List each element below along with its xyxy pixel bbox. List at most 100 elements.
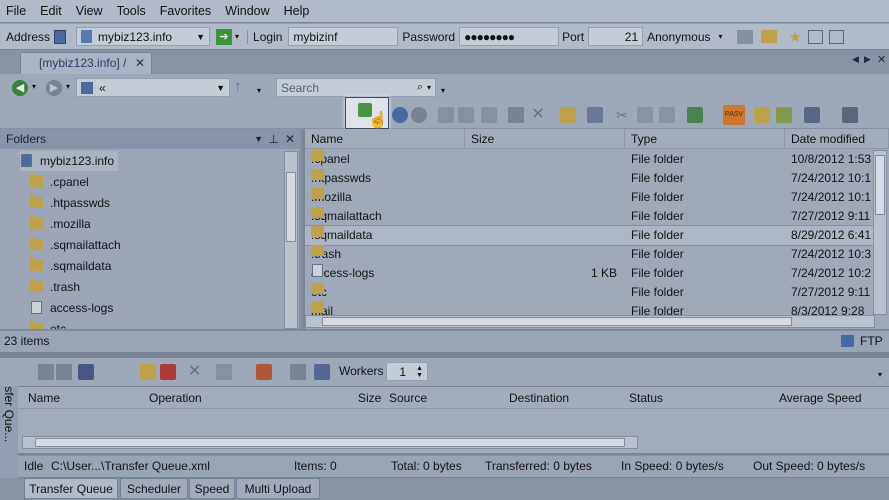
refresh-button[interactable]: ☝: [345, 97, 389, 129]
add-bookmark-icon[interactable]: [776, 107, 792, 123]
forward-chevron-icon[interactable]: ▾: [66, 82, 70, 91]
menu-view[interactable]: View: [76, 4, 103, 18]
queue-start-icon[interactable]: [38, 364, 54, 380]
file-row[interactable]: .mozilla File folder 7/24/2012 10:1: [305, 188, 875, 207]
file-list-horizontal-scrollbar[interactable]: [305, 315, 875, 328]
port-input[interactable]: 21: [588, 27, 644, 46]
new-folder-icon[interactable]: [560, 107, 576, 123]
panel-menu-icon[interactable]: ▼: [254, 129, 263, 149]
tree-item[interactable]: access-logs: [30, 298, 113, 318]
tree-item[interactable]: .sqmaildata: [30, 256, 111, 276]
permissions-icon[interactable]: [587, 107, 603, 123]
tab-scroll-right-icon[interactable]: ▶: [864, 54, 871, 65]
search-toolbar-chevron-icon[interactable]: ▾: [441, 86, 445, 95]
menu-favorites[interactable]: Favorites: [160, 4, 211, 18]
back-icon[interactable]: ◀: [12, 80, 28, 96]
transfer-mode-icon[interactable]: [687, 107, 703, 123]
queue-horizontal-scrollbar[interactable]: [22, 436, 638, 449]
queue-folder-icon[interactable]: [216, 364, 232, 380]
go-chevron-icon[interactable]: ▾: [235, 32, 239, 41]
queue-col-average-speed[interactable]: Average Speed: [779, 391, 862, 405]
tree-item[interactable]: etc: [30, 319, 66, 329]
edit-icon[interactable]: [438, 107, 454, 123]
server-type-icon[interactable]: [54, 29, 67, 44]
bookmark-icon[interactable]: [754, 107, 770, 123]
tab-scroll-left-icon[interactable]: ◀: [852, 54, 859, 65]
queue-toolbar-chevron-icon[interactable]: ▾: [878, 370, 882, 379]
queue-col-operation[interactable]: Operation: [149, 391, 202, 405]
layout-horizontal-icon[interactable]: [807, 29, 823, 44]
file-row[interactable]: .htpasswds File folder 7/24/2012 10:1: [305, 169, 875, 188]
address-input[interactable]: mybiz123.info ▼: [76, 27, 211, 46]
stepper-arrows-icon[interactable]: ▲ ▼: [416, 365, 423, 379]
forward-icon[interactable]: ▶: [46, 80, 62, 96]
queue-pause-icon[interactable]: [140, 364, 156, 380]
search-icon[interactable]: ⌕: [417, 81, 423, 94]
anonymous-checkbox[interactable]: Anonymous: [647, 30, 710, 44]
open-folder-icon[interactable]: [760, 30, 777, 43]
copy-icon[interactable]: [637, 107, 653, 123]
tab-scheduler[interactable]: Scheduler: [120, 478, 188, 499]
tab-server[interactable]: [mybiz123.info] / ✕: [20, 52, 152, 74]
path-chevron-icon[interactable]: ▼: [216, 83, 225, 93]
scrollbar-thumb[interactable]: [35, 438, 625, 447]
queue-copy-icon[interactable]: [56, 364, 72, 380]
queue-col-size[interactable]: Size: [358, 391, 381, 405]
menu-help[interactable]: Help: [284, 4, 310, 18]
queue-delete-icon[interactable]: ✕: [188, 364, 204, 380]
queue-col-name[interactable]: Name: [28, 391, 60, 405]
rename-icon[interactable]: [458, 107, 474, 123]
paste-icon[interactable]: [659, 107, 675, 123]
file-row[interactable]: .trash File folder 7/24/2012 10:3: [305, 245, 875, 264]
tree-item[interactable]: .mozilla: [30, 214, 91, 234]
file-row[interactable]: .sqmaildata File folder 8/29/2012 6:41: [305, 225, 875, 246]
column-date-modified[interactable]: Date modified: [785, 129, 889, 149]
tab-speed[interactable]: Speed: [189, 478, 235, 499]
folder-tree-scrollbar[interactable]: [284, 151, 298, 329]
login-input[interactable]: mybizinf: [288, 27, 399, 46]
menu-tools[interactable]: Tools: [117, 4, 146, 18]
properties-icon[interactable]: [481, 107, 497, 123]
tab-multi-upload[interactable]: Multi Upload: [236, 478, 320, 499]
search-chevron-icon[interactable]: ▾: [427, 83, 431, 92]
workers-stepper[interactable]: 1 ▲ ▼: [386, 362, 428, 381]
queue-col-status[interactable]: Status: [629, 391, 663, 405]
stop-icon[interactable]: [411, 107, 427, 123]
queue-stop-icon[interactable]: [160, 364, 176, 380]
queue-col-source[interactable]: Source: [389, 391, 427, 405]
view-mode-icon[interactable]: [842, 107, 858, 123]
connect-icon[interactable]: [736, 29, 753, 44]
file-row[interactable]: .sqmailattach File folder 7/27/2012 9:11: [305, 207, 875, 226]
scrollbar-thumb[interactable]: [322, 317, 792, 326]
file-row[interactable]: etc File folder 7/27/2012 9:11: [305, 283, 875, 302]
panel-close-icon[interactable]: ✕: [285, 129, 295, 149]
reload-icon[interactable]: [392, 107, 408, 123]
file-row[interactable]: .cpanel File folder 10/8/2012 1:53: [305, 150, 875, 169]
scrollbar-thumb[interactable]: [286, 172, 296, 242]
file-row[interactable]: mail File folder 8/3/2012 9:28: [305, 302, 875, 315]
queue-col-destination[interactable]: Destination: [509, 391, 569, 405]
delete-icon[interactable]: ✕: [530, 107, 546, 123]
file-list-vertical-scrollbar[interactable]: [873, 150, 887, 315]
queue-filter-icon[interactable]: [256, 364, 272, 380]
copy-to-icon[interactable]: [508, 107, 524, 123]
menu-edit[interactable]: Edit: [40, 4, 62, 18]
sync-icon[interactable]: [804, 107, 820, 123]
scrollbar-thumb[interactable]: [875, 155, 885, 215]
tree-item[interactable]: .cpanel: [30, 172, 89, 192]
tree-item[interactable]: .htpasswds: [30, 193, 110, 213]
menu-window[interactable]: Window: [225, 4, 269, 18]
column-size[interactable]: Size: [465, 129, 625, 149]
chevron-down-icon[interactable]: ▼: [196, 32, 205, 42]
password-input[interactable]: ●●●●●●●●: [459, 27, 560, 46]
column-type[interactable]: Type: [625, 129, 785, 149]
queue-speed-icon[interactable]: [290, 364, 306, 380]
tree-item[interactable]: .trash: [30, 277, 80, 297]
toolbar-chevron-icon[interactable]: ▾: [719, 32, 723, 41]
layout-vertical-icon[interactable]: [828, 29, 844, 44]
go-arrow-icon[interactable]: ➔: [216, 28, 233, 45]
cut-icon[interactable]: ✂: [616, 107, 632, 123]
tree-root-item[interactable]: mybiz123.info: [20, 151, 119, 171]
tab-close-all-icon[interactable]: ✕: [877, 53, 886, 66]
nav-toolbar-chevron-icon[interactable]: ▾: [257, 86, 261, 95]
